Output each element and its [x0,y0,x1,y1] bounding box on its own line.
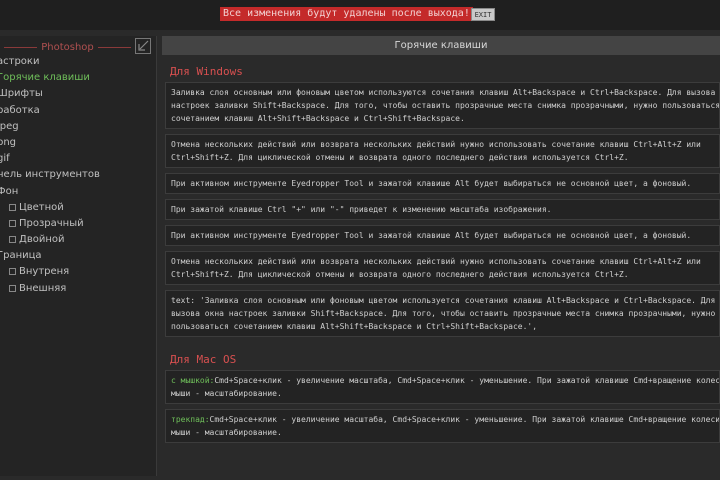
sidebar-item[interactable]: Внешняя [0,281,157,297]
sidebar-item[interactable]: Горячие клавиши [0,70,157,86]
shortcut-card: При активном инструменте Eyedropper Tool… [165,225,720,246]
card-text: Ctrl+Shift+Z. Для циклической отмены и в… [171,153,629,162]
content-area: Для Windows Заливка слоя основным или фо… [165,58,720,448]
card-text: При зажатой клавише Ctrl "+" или "-" при… [171,205,552,214]
checkbox-square-icon [9,284,16,292]
shortcut-card: text: 'Заливка слоя основным или фоновым… [165,290,720,337]
card-line: мыши - масштабирование. [171,426,714,439]
windows-cards: Заливка слоя основным или фоновым цветом… [165,82,720,337]
page-title: Горячие клавиши [162,36,720,55]
warning-banner: Все изменения будут удалены после выхода… [220,7,473,21]
mac-cards: с мышкой:Cmd+Space+клик - увеличение мас… [165,370,720,443]
sidebar-item-label: астроки [0,56,40,67]
card-line: При зажатой клавише Ctrl "+" или "-" при… [171,203,714,216]
sidebar-item-label: gif [0,153,10,165]
sidebar-menu: астроки Горячие клавиши Шрифты работка jpeg p… [0,54,157,297]
card-prefix: трекпад: [171,415,210,424]
sidebar-divider-right [97,46,132,48]
card-line: Заливка слоя основным или фоновым цветом… [171,86,719,99]
sidebar-item[interactable]: png [0,135,157,151]
card-text: Заливка слоя основным или фоновым цветом… [171,88,720,97]
sidebar-item[interactable]: работка [0,103,157,119]
sidebar-item-label: Горячие клавиши [0,72,90,84]
card-line: настроек заливки Shift+Backspace. Для то… [171,99,719,112]
sidebar-item[interactable]: gif [0,151,157,167]
card-text: text: 'Заливка слоя основным или фоновым… [171,296,716,305]
card-text: пользоваться сочетанием клавиш Alt+Shift… [171,322,538,331]
sidebar-item-label: работка [0,104,40,116]
sidebar-item-label: png [0,136,17,148]
sidebar-item-label: Двойной [19,234,65,246]
sidebar-divider-left [4,46,38,48]
card-line: При активном инструменте Eyedropper Tool… [171,229,714,242]
sidebar-item[interactable]: Шрифты [0,86,157,102]
shortcut-card: трекпад:Cmd+Space+клик - увеличение масш… [165,409,720,443]
card-text: Отмена нескольких действий или возврата … [171,140,701,149]
sidebar-item-label: jpeg [0,120,19,132]
card-line: Отмена нескольких действий или возврата … [171,255,714,268]
sidebar-item[interactable]: Прозрачный [0,216,157,232]
card-text: Cmd+Space+клик - увеличение масштаба, Cm… [214,376,720,385]
sidebar-item-label: Цветной [19,201,64,213]
sidebar-item-label: нель инструментов [0,169,100,181]
shortcut-card: Отмена нескольких действий или возврата … [165,134,720,168]
card-text: сочетанием клавиш Alt+Shift+Backspace и … [171,114,465,123]
card-line: трекпад:Cmd+Space+клик - увеличение масш… [171,413,719,426]
collapse-arrow-icon[interactable] [135,38,151,54]
card-line: вызова окна настроек заливки Shift+Backs… [171,307,716,320]
sidebar-item[interactable]: jpeg [0,119,157,135]
card-line: text: 'Заливка слоя основным или фоновым… [171,294,716,307]
sidebar-item[interactable]: Внутреня [0,264,157,280]
card-line: Ctrl+Shift+Z. Для циклической отмены и в… [171,268,714,281]
checkbox-square-icon [9,236,16,244]
shortcut-card: При активном инструменте Eyedropper Tool… [165,173,720,194]
card-text: Cmd+Space+клик - увеличение масштаба, Cm… [209,415,720,424]
card-line: сочетанием клавиш Alt+Shift+Backspace и … [171,112,714,125]
card-line: Отмена нескольких действий или возврата … [171,138,714,151]
card-text: настроек заливки Shift+Backspace. Для то… [171,101,720,110]
card-text: мыши - масштабирование. [171,428,282,437]
sidebar-item-label: Фон [0,185,19,197]
sidebar-item[interactable]: Двойной [0,232,157,248]
shortcut-card: Отмена нескольких действий или возврата … [165,251,720,285]
shortcut-card: Заливка слоя основным или фоновым цветом… [165,82,720,129]
sidebar-item[interactable]: Фон [0,184,157,200]
exit-button[interactable]: EXIT [471,8,495,21]
sidebar-item[interactable]: астроки [0,54,157,70]
sidebar-item[interactable]: Граница [0,248,157,264]
section-title-mac: Для Mac OS [170,353,237,366]
shortcut-card: с мышкой:Cmd+Space+клик - увеличение мас… [165,370,720,404]
top-bar: Все изменения будут удалены после выхода… [0,0,720,30]
card-text: вызова окна настроек заливки Shift+Backs… [171,309,716,318]
card-prefix: с мышкой: [171,376,215,385]
main-panel: Горячие клавиши Для Windows Заливка слоя… [162,36,720,480]
checkbox-square-icon [9,268,16,276]
card-line: мыши - масштабирование. [171,387,714,400]
checkbox-square-icon [9,203,16,211]
section-title-windows: Для Windows [170,65,243,78]
sidebar-item-label: Прозрачный [19,217,84,229]
sidebar-item[interactable]: нель инструментов [0,167,157,183]
card-text: Ctrl+Shift+Z. Для циклической отмены и в… [171,270,629,279]
card-text: При активном инструменте Eyedropper Tool… [171,179,692,188]
sidebar-item[interactable]: Цветной [0,200,157,216]
sidebar-item-label: Внутреня [19,266,70,278]
card-line: пользоваться сочетанием клавиш Alt+Shift… [171,320,714,333]
sidebar-title: Photoshop [41,41,94,53]
sidebar-item-label: Шрифты [0,88,43,100]
card-text: мыши - масштабирование. [171,389,282,398]
sidebar-item-label: Внешняя [19,282,67,294]
sidebar-item-label: Граница [0,250,42,262]
sidebar: Photoshop астроки Горячие клавиши Шрифты ра… [0,36,157,476]
card-line: с мышкой:Cmd+Space+клик - увеличение мас… [171,374,719,387]
card-text: Отмена нескольких действий или возврата … [171,257,701,266]
card-line: При активном инструменте Eyedropper Tool… [171,177,714,190]
card-text: При активном инструменте Eyedropper Tool… [171,231,692,240]
shortcut-card: При зажатой клавише Ctrl "+" или "-" при… [165,199,720,220]
sidebar-header: Photoshop [0,40,135,54]
card-line: Ctrl+Shift+Z. Для циклической отмены и в… [171,151,714,164]
checkbox-square-icon [9,219,16,227]
